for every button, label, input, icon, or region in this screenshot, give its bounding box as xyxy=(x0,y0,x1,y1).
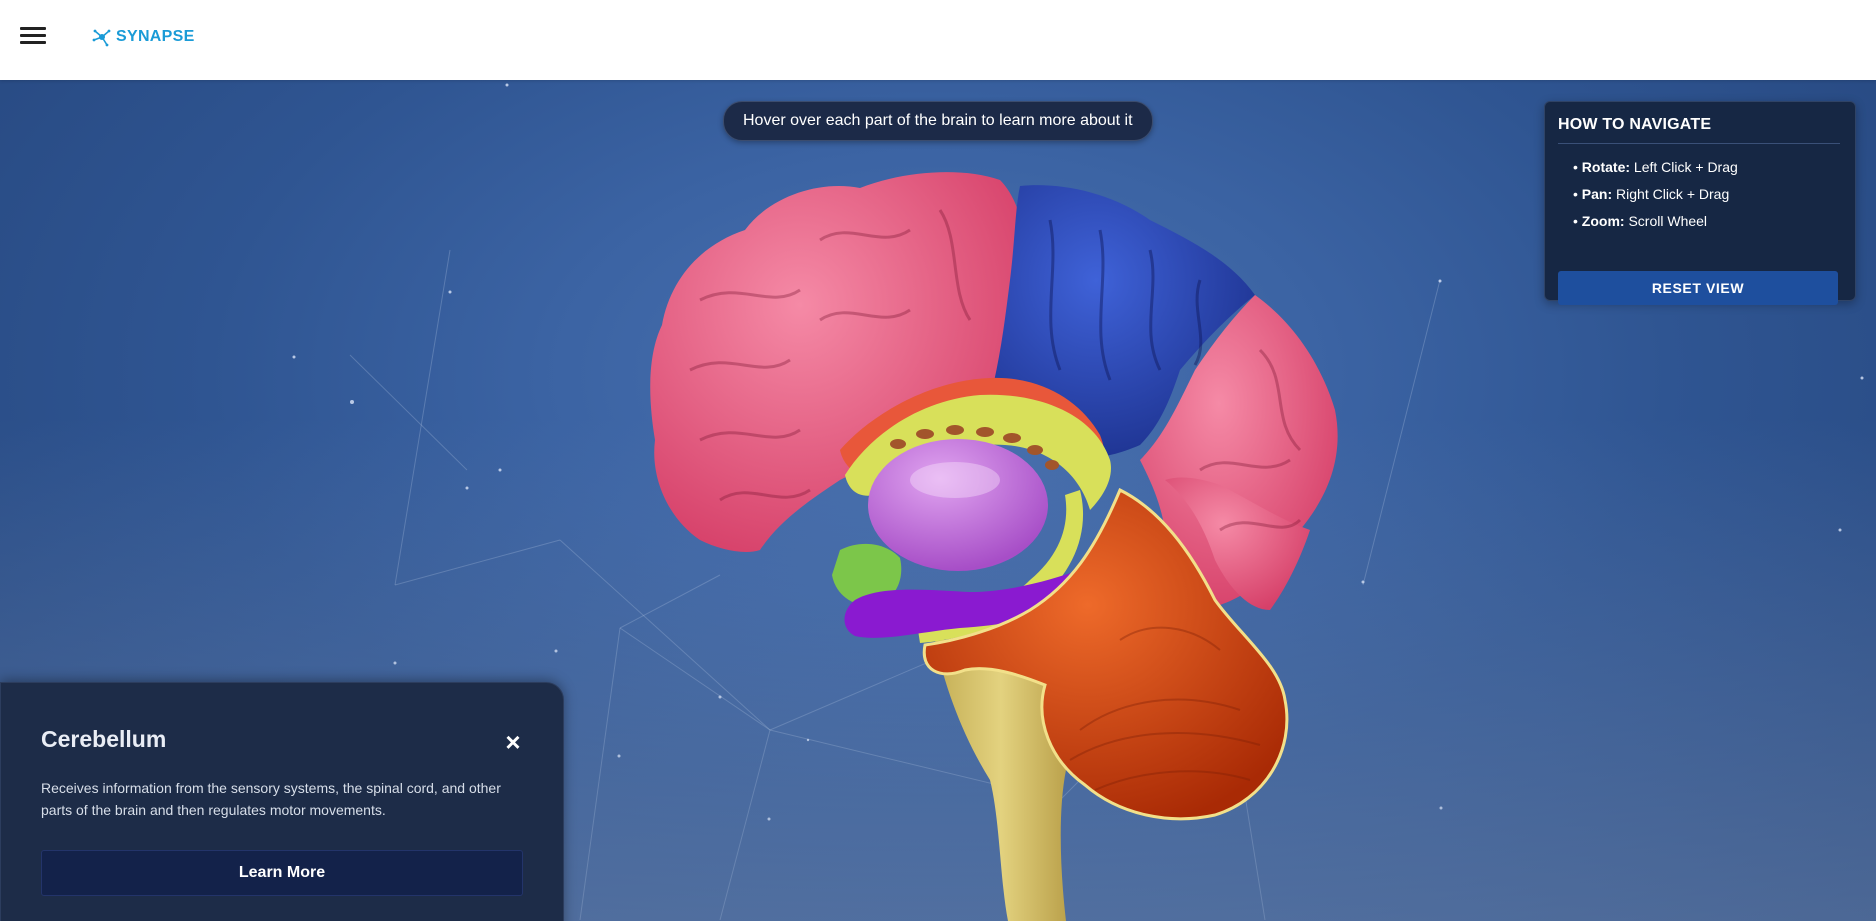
nav-item-key: Pan: xyxy=(1581,186,1613,202)
divider xyxy=(1558,143,1840,144)
reset-view-button[interactable]: RESET VIEW xyxy=(1558,271,1838,305)
nav-item-zoom: • Zoom: Scroll Wheel xyxy=(1573,213,1708,229)
learn-more-button[interactable]: Learn More xyxy=(41,850,523,896)
region-title: Cerebellum xyxy=(41,726,167,752)
thalamus[interactable] xyxy=(868,439,1048,571)
brain-viewer-canvas[interactable]: Hover over each part of the brain to lea… xyxy=(0,80,1876,921)
nav-item-pan: • Pan: Right Click + Drag xyxy=(1573,186,1730,202)
brand-name: SYNAPSE xyxy=(116,28,195,45)
region-description: Receives information from the sensory sy… xyxy=(41,780,501,818)
close-icon[interactable]: × xyxy=(498,727,528,757)
navigation-help-panel: HOW TO NAVIGATE • Rotate: Left Click + D… xyxy=(1544,101,1856,305)
nav-item-key: Rotate: xyxy=(1581,159,1631,175)
nav-instructions-list: • Rotate: Left Click + Drag • Pan: Right… xyxy=(1573,158,1738,239)
thalamus-highlight xyxy=(910,462,1000,498)
nav-item-value: Scroll Wheel xyxy=(1628,213,1708,229)
nav-item-rotate: • Rotate: Left Click + Drag xyxy=(1573,159,1738,175)
nav-item-value: Right Click + Drag xyxy=(1616,186,1730,202)
nav-item-value: Left Click + Drag xyxy=(1633,159,1738,175)
top-bar: SYNAPSE xyxy=(0,0,1876,80)
brand-logo[interactable]: SYNAPSE xyxy=(92,27,195,47)
nav-item-key: Zoom: xyxy=(1581,213,1625,229)
region-info-card: Cerebellum × Receives information from t… xyxy=(0,682,564,921)
neuron-icon xyxy=(92,29,111,47)
hamburger-icon[interactable] xyxy=(20,24,46,50)
nav-panel-title: HOW TO NAVIGATE xyxy=(1558,116,1712,133)
hover-hint: Hover over each part of the brain to lea… xyxy=(723,101,1153,141)
